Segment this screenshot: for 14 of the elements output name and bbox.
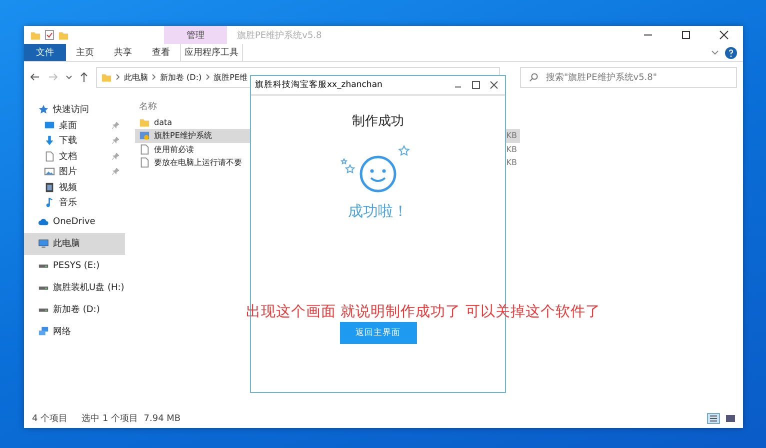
context-tab-header: 管理: [164, 26, 227, 44]
window-title: 旗胜PE维护系统v5.8: [237, 30, 323, 42]
file-name: 旗胜PE维护系统: [154, 130, 212, 142]
selection-info: 选中 1 个项目 7.94 MB: [82, 412, 181, 424]
file-name: 使用前必读: [154, 144, 194, 155]
item-count: 4 个项目: [32, 412, 68, 424]
file-name: 要放在电脑上运行请不要: [154, 157, 242, 168]
file-name: data: [154, 118, 172, 128]
file-size: KB: [506, 158, 518, 168]
file-size: KB: [506, 144, 518, 154]
file-size: KB: [506, 131, 518, 140]
dialog-title: 旗胜科技淘宝客服xx_zhanchan: [255, 79, 384, 91]
success-message: 成功啦！: [348, 202, 408, 221]
dialog-heading: 制作成功: [352, 113, 404, 130]
